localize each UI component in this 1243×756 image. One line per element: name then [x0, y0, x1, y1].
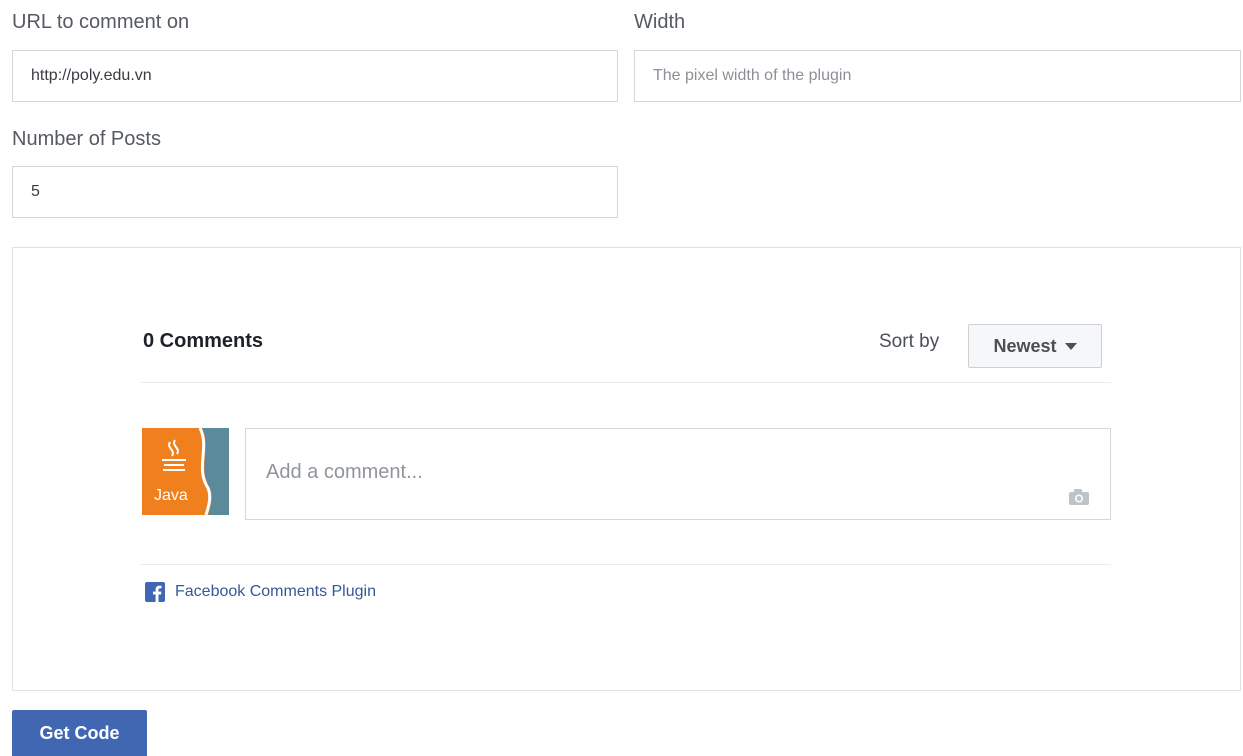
width-input[interactable] — [634, 50, 1241, 102]
header-divider — [141, 382, 1111, 383]
width-label: Width — [634, 11, 686, 33]
url-input[interactable] — [12, 50, 618, 102]
comment-count: 0 Comments — [143, 330, 264, 352]
avatar-text: Java — [154, 487, 188, 504]
java-logo-icon: Java — [142, 428, 229, 515]
facebook-icon — [145, 582, 165, 602]
caret-down-icon — [1064, 342, 1077, 350]
comment-input[interactable] — [245, 428, 1111, 520]
plugin-link-label: Facebook Comments Plugin — [175, 583, 376, 600]
url-label: URL to comment on — [12, 11, 190, 33]
posts-label: Number of Posts — [12, 128, 161, 150]
facebook-comments-plugin-link[interactable]: Facebook Comments Plugin — [145, 582, 376, 602]
camera-icon[interactable] — [1068, 488, 1090, 506]
footer-divider — [141, 564, 1111, 565]
get-code-button[interactable]: Get Code — [12, 710, 147, 756]
posts-input[interactable] — [12, 166, 618, 218]
sort-value: Newest — [993, 335, 1057, 356]
avatar: Java — [142, 428, 229, 515]
sort-label: Sort by — [879, 331, 940, 352]
plugin-preview: 0 Comments Sort by Newest Java Add a com… — [12, 247, 1241, 691]
sort-dropdown[interactable]: Newest — [968, 324, 1102, 368]
